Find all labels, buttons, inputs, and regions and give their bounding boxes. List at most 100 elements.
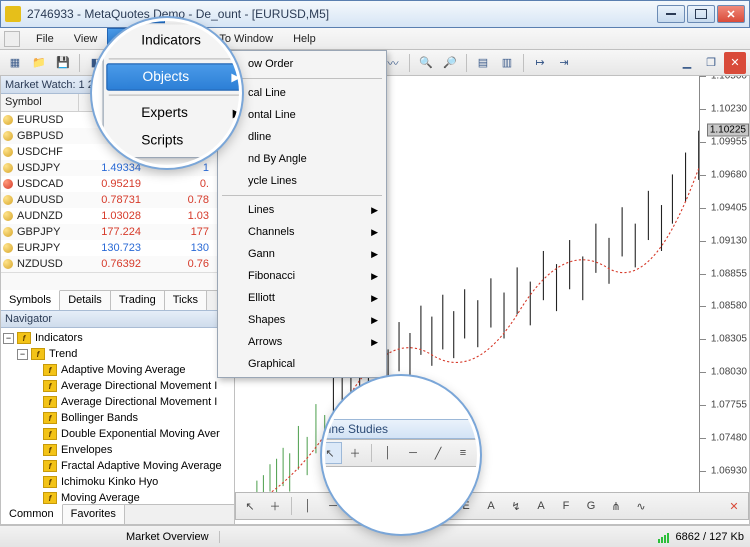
menu-help[interactable]: Help [283,28,326,49]
crosshair-icon[interactable]: ＋ [263,495,287,517]
market-watch-row[interactable]: NZDUSD 0.76392 0.76 [1,256,234,272]
shift-icon[interactable]: ↦ [529,52,551,74]
mw-tab[interactable]: Trading [111,291,165,310]
fx-icon [43,492,57,504]
bid-cell: 130.723 [77,242,145,254]
new-chart-icon[interactable]: ▦ [4,52,26,74]
navigator-item[interactable]: Adaptive Moving Average [3,362,232,378]
autoscroll-icon[interactable]: ⇥ [553,52,575,74]
menu-tools-window[interactable]: To Window [209,28,283,49]
equi-icon[interactable]: ≡ [371,495,395,517]
ask-cell: 1.03 [145,210,213,222]
andrews-icon[interactable]: A [479,495,503,517]
submenu-new-order[interactable]: ow Order [220,53,384,75]
mdi-min-icon[interactable]: ▁ [676,52,698,74]
fx-icon [43,412,57,424]
navigator-item[interactable]: Envelopes [3,442,232,458]
market-watch-row[interactable]: EURJPY 130.723 130 [1,240,234,256]
gann-icon[interactable]: G [579,495,603,517]
nav-tab[interactable]: Common [1,504,63,524]
navigator-item[interactable]: Fractal Adaptive Moving Average [3,458,232,474]
navigator-item[interactable]: Double Exponential Moving Aver [3,426,232,442]
submenu-horizontal-line[interactable]: ontal Line [220,104,384,126]
line-studies-toolbar-full: ↖ ＋ │ ─ ╱ ≡ T F E A ↯ A F G ⋔ ∿ ✕ [235,492,749,520]
mw-tab[interactable]: Ticks [165,291,207,310]
pitchfork-icon[interactable]: ⋔ [604,495,628,517]
menu-view[interactable]: View [64,28,108,49]
cycles-icon[interactable]: ∿ [629,495,653,517]
cursor-icon[interactable]: ↖ [238,495,262,517]
navigator-item[interactable]: Average Directional Movement I [3,394,232,410]
tree-collapse-icon[interactable]: − [3,333,14,344]
market-watch-row[interactable]: GBPUSD [1,128,234,144]
nav-root: Indicators [35,332,83,344]
mdi-restore-icon[interactable]: ❐ [700,52,722,74]
tile-icon[interactable]: ▤ [472,52,494,74]
market-watch-row[interactable]: AUDNZD 1.03028 1.03 [1,208,234,224]
market-watch-body[interactable]: EURUSD GBPUSD USDCHF USDJPY 1.49334 1 US… [1,112,234,272]
submenu-fibonacci[interactable]: Fibonacci▶ [220,265,384,287]
menu-file[interactable]: File [26,28,64,49]
submenu-trend-by-angle[interactable]: nd By Angle [220,148,384,170]
mw-tab[interactable]: Details [60,291,111,310]
hline-icon[interactable]: ─ [321,495,345,517]
status-dot-icon [3,163,13,173]
navigator-item[interactable]: Average Directional Movement I [3,378,232,394]
status-tab-label[interactable]: Market Overview [116,531,220,543]
tree-collapse-icon[interactable]: − [17,349,28,360]
navigator-item[interactable]: Moving Average [3,490,232,504]
nav-item-label: Adaptive Moving Average [61,364,186,376]
submenu-channels[interactable]: Channels▶ [220,221,384,243]
objects-submenu[interactable]: ow Order cal Line ontal Line dline nd By… [217,50,387,378]
tool-e-icon[interactable]: E [454,495,478,517]
submenu-elliott[interactable]: Elliott▶ [220,287,384,309]
market-watch-row[interactable]: USDCHF [1,144,234,160]
save-icon[interactable]: 💾 [52,52,74,74]
bid-cell: 1.03028 [77,210,145,222]
ask-cell: 130 [145,242,213,254]
arrange-icon[interactable]: ▥ [496,52,518,74]
nav-item-label: Ichimoku Kinko Hyo [61,476,158,488]
market-watch-row[interactable]: GBPJPY 177.224 177 [1,224,234,240]
market-watch-row[interactable]: USDJPY 1.49334 1 [1,160,234,176]
fibo2-icon[interactable]: F [554,495,578,517]
submenu-gann[interactable]: Gann▶ [220,243,384,265]
zoom-out-icon[interactable]: 🔎 [439,52,461,74]
market-watch-row[interactable]: USDCAD 0.95219 0. [1,176,234,192]
zigzag-icon[interactable]: ↯ [504,495,528,517]
toolbar-close-icon[interactable]: ✕ [722,495,746,517]
market-watch-row[interactable]: EURUSD [1,112,234,128]
nav-item-label: Envelopes [61,444,112,456]
zoom-in-icon[interactable]: 🔍 [415,52,437,74]
market-watch-row[interactable]: AUDUSD 0.78731 0.78 [1,192,234,208]
menu-charts[interactable]: Charts [157,28,209,49]
profile-icon[interactable]: ◧ [85,52,107,74]
menu-insert[interactable]: Insert [107,28,157,49]
tool-a2-icon[interactable]: A [529,495,553,517]
submenu-vertical-line[interactable]: cal Line [220,82,384,104]
submenu-arrows[interactable]: Arrows▶ [220,331,384,353]
open-icon[interactable]: 📁 [28,52,50,74]
mw-tab[interactable]: Symbols [1,290,60,310]
navigator-body[interactable]: − Indicators − Trend Adaptive Moving Ave… [1,328,234,504]
vline-icon[interactable]: │ [296,495,320,517]
navigator-item[interactable]: Ichimoku Kinko Hyo [3,474,232,490]
mdi-close-icon[interactable]: ✕ [724,52,746,74]
profile2-icon[interactable]: ◨ [109,52,131,74]
nav-tab[interactable]: Favorites [63,505,125,524]
status-dot-icon [3,147,13,157]
submenu-shapes[interactable]: Shapes▶ [220,309,384,331]
fx-icon [43,380,57,392]
text-icon[interactable]: T [396,495,420,517]
maximize-button[interactable] [687,5,715,23]
status-dot-icon [3,179,13,189]
navigator-item[interactable]: Bollinger Bands [3,410,232,426]
submenu-graphical[interactable]: Graphical [220,353,384,375]
fibo-icon[interactable]: F [421,495,445,517]
submenu-lines[interactable]: Lines▶ [220,199,384,221]
submenu-cycle-lines[interactable]: ycle Lines [220,170,384,192]
submenu-trendline[interactable]: dline [220,126,384,148]
trendline-icon[interactable]: ╱ [346,495,370,517]
close-button[interactable] [717,5,745,23]
minimize-button[interactable] [657,5,685,23]
